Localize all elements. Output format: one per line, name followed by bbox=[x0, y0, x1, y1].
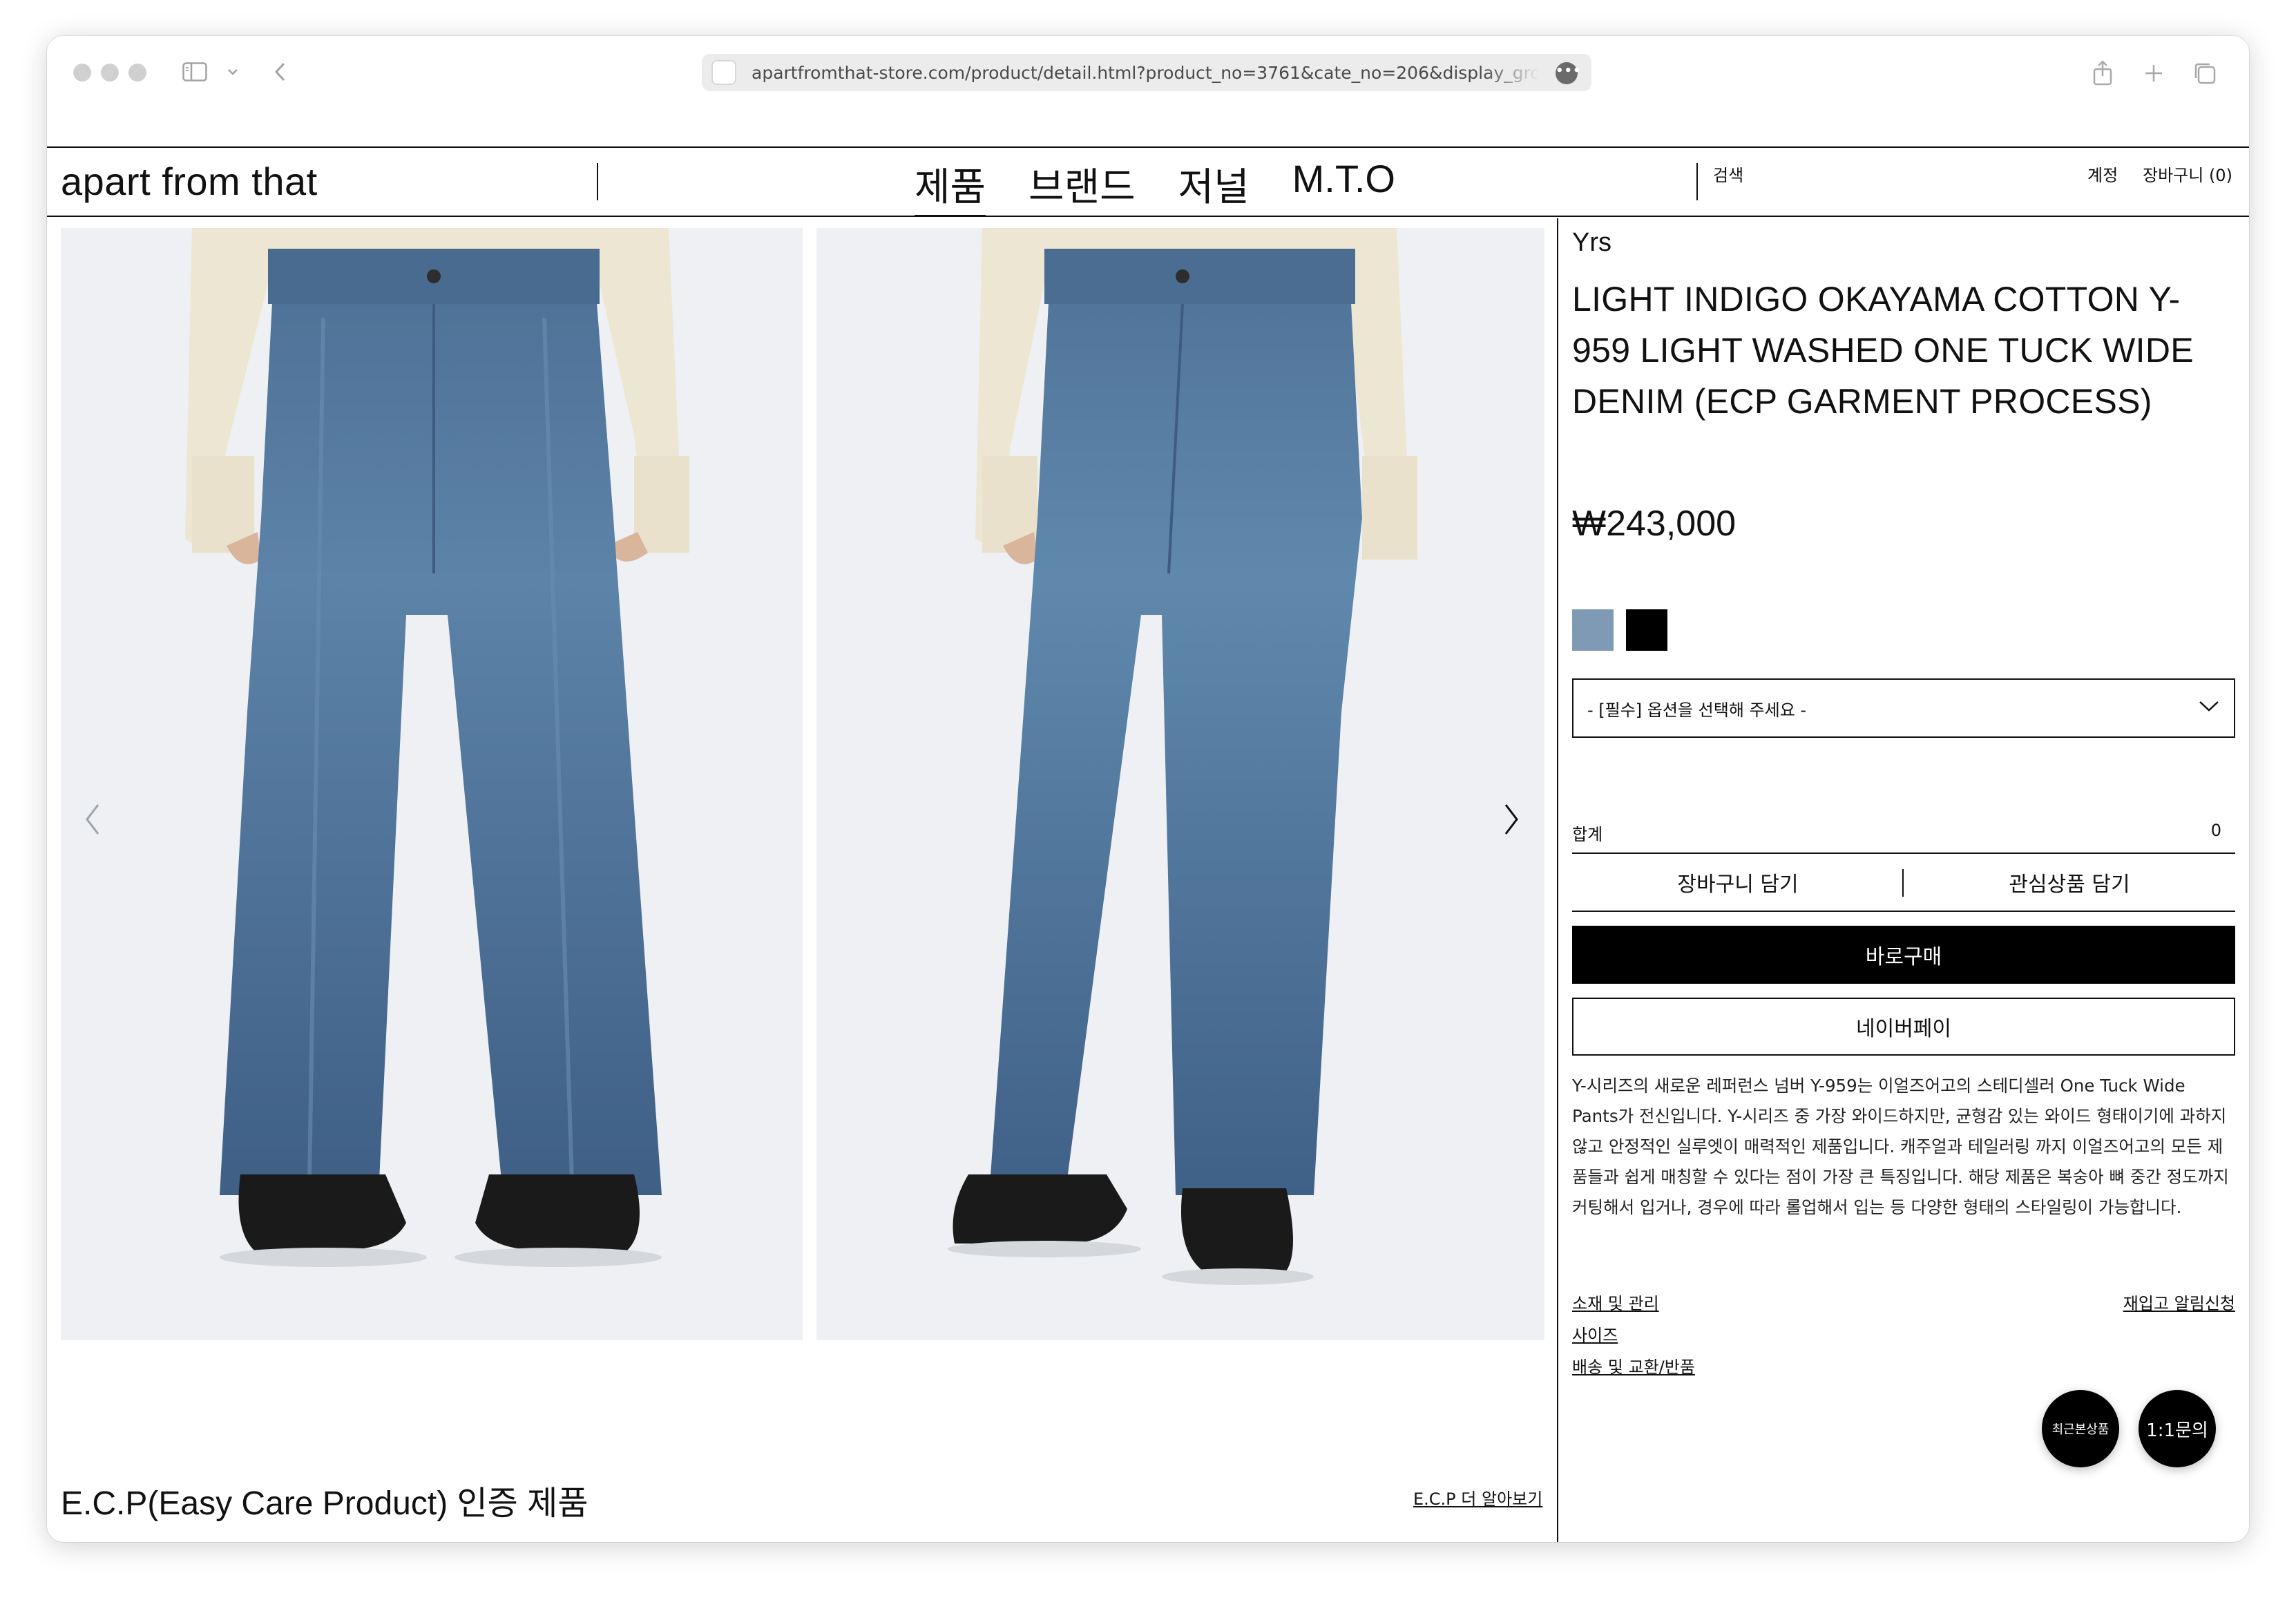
product-price: ₩243,000 bbox=[1572, 504, 1737, 544]
search-link[interactable]: 검색 bbox=[1713, 162, 1743, 186]
buy-now-button[interactable]: 바로구매 bbox=[1572, 926, 2235, 984]
naver-pay-button[interactable]: 네이버페이 bbox=[1572, 998, 2235, 1056]
zoom-window-button[interactable] bbox=[128, 64, 146, 82]
total-label: 합계 bbox=[1572, 825, 1603, 844]
browser-toolbar: apartfromthat-store.com/product/detail.h… bbox=[47, 36, 2249, 146]
panel-divider bbox=[1557, 218, 1558, 1542]
recently-viewed-button[interactable]: 최근본상품 bbox=[2042, 1390, 2119, 1467]
header-divider bbox=[1696, 163, 1698, 200]
nav-item-brands[interactable]: 브랜드 bbox=[1029, 156, 1136, 217]
main-nav: 제품 브랜드 저널 M.T.O bbox=[915, 156, 1438, 217]
cart-link[interactable]: 장바구니 (0) bbox=[2143, 162, 2232, 186]
share-icon[interactable] bbox=[2089, 59, 2116, 87]
window-controls bbox=[73, 64, 146, 82]
gallery-next-arrow-icon[interactable] bbox=[1498, 799, 1525, 840]
ecp-section-title: E.C.P(Easy Care Product) 인증 제품 bbox=[61, 1485, 589, 1522]
button-divider bbox=[1902, 869, 1904, 897]
info-links: 소재 및 관리 사이즈 배송 및 교환/반품 bbox=[1572, 1288, 1695, 1383]
sidebar-toggle-icon[interactable] bbox=[181, 59, 209, 84]
material-care-link[interactable]: 소재 및 관리 bbox=[1572, 1288, 1695, 1320]
product-photo-side[interactable] bbox=[816, 228, 1544, 1340]
nav-item-mto[interactable]: M.T.O bbox=[1292, 156, 1395, 217]
color-swatch-black[interactable] bbox=[1626, 609, 1667, 651]
browser-window: apartfromthat-store.com/product/detail.h… bbox=[47, 36, 2249, 1542]
gallery-prev-arrow-icon[interactable] bbox=[79, 799, 106, 840]
nav-item-products[interactable]: 제품 bbox=[915, 156, 986, 217]
site-header: apart from that 제품 브랜드 저널 M.T.O 검색 계정 장바… bbox=[47, 146, 2249, 217]
restock-alert-link[interactable]: 재입고 알림신청 bbox=[2123, 1288, 2235, 1320]
address-bar[interactable]: apartfromthat-store.com/product/detail.h… bbox=[702, 54, 1591, 91]
header-divider bbox=[597, 163, 598, 200]
minimize-window-button[interactable] bbox=[101, 64, 119, 82]
product-brand[interactable]: Yrs bbox=[1572, 228, 1611, 258]
product-gallery: E.C.P(Easy Care Product) 인증 제품 E.C.P 더 알… bbox=[47, 218, 1557, 1542]
account-link[interactable]: 계정 bbox=[2087, 162, 2118, 186]
product-photo-front[interactable] bbox=[61, 228, 803, 1340]
option-select[interactable]: - [필수] 옵션을 선택해 주세요 - bbox=[1572, 678, 2235, 738]
more-options-icon[interactable]: ••• bbox=[1556, 62, 1581, 84]
product-description: Y-시리즈의 새로운 레퍼런스 넘버 Y-959는 이얼즈어고의 스테디셀러 O… bbox=[1572, 1076, 2229, 1217]
new-tab-icon[interactable] bbox=[2140, 59, 2168, 87]
site-logo[interactable]: apart from that bbox=[61, 159, 318, 204]
add-to-cart-button[interactable]: 장바구니 담기 bbox=[1572, 854, 1904, 911]
url-text[interactable]: apartfromthat-store.com/product/detail.h… bbox=[752, 63, 1539, 83]
add-to-wishlist-button[interactable]: 관심상품 담기 bbox=[1904, 854, 2235, 911]
divider bbox=[1572, 911, 2235, 912]
chevron-down-icon[interactable] bbox=[225, 59, 240, 84]
option-select-value: - [필수] 옵션을 선택해 주세요 - bbox=[1587, 700, 1807, 720]
color-swatch-light-indigo[interactable] bbox=[1572, 609, 1614, 651]
site-favicon bbox=[711, 60, 736, 85]
chevron-down-icon bbox=[2198, 698, 2220, 717]
nav-item-journal[interactable]: 저널 bbox=[1178, 156, 1250, 217]
back-arrow-icon[interactable] bbox=[269, 59, 290, 84]
total-value: 0 bbox=[2210, 821, 2221, 840]
close-window-button[interactable] bbox=[73, 64, 91, 82]
ecp-learn-more-link[interactable]: E.C.P 더 알아보기 bbox=[1413, 1485, 1542, 1509]
shipping-returns-link[interactable]: 배송 및 교환/반품 bbox=[1572, 1351, 1695, 1383]
tab-overview-icon[interactable] bbox=[2191, 59, 2219, 87]
product-title: LIGHT INDIGO OKAYAMA COTTON Y-959 LIGHT … bbox=[1572, 280, 2194, 421]
size-link[interactable]: 사이즈 bbox=[1572, 1320, 1695, 1351]
inquiry-button[interactable]: 1:1문의 bbox=[2139, 1390, 2216, 1467]
